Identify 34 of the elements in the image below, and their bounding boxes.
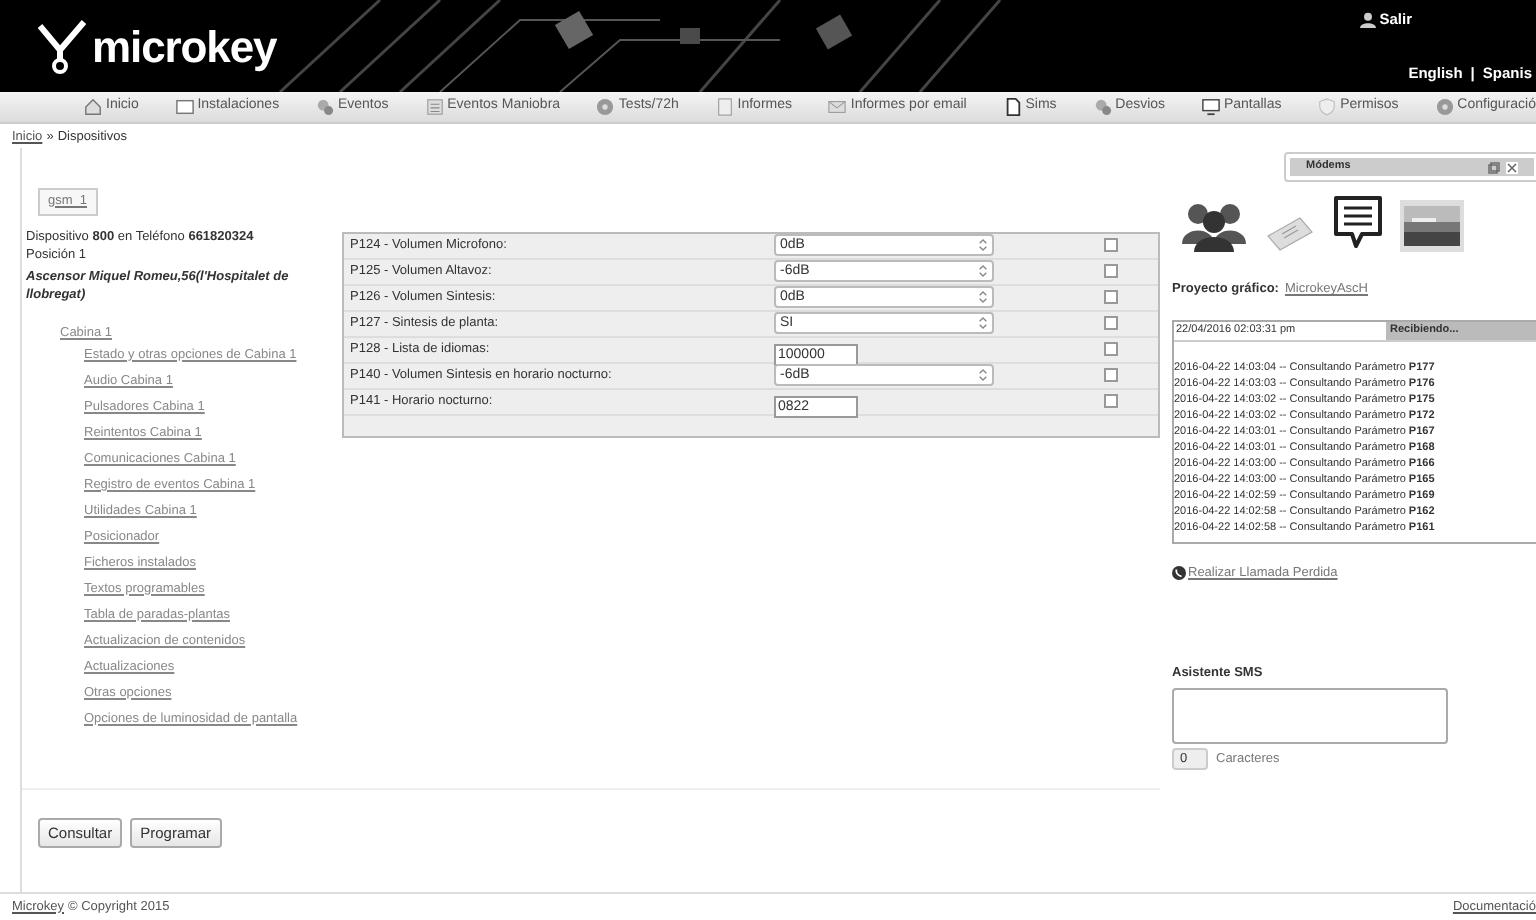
logo-text: microkey bbox=[92, 19, 277, 76]
shield-icon bbox=[1318, 98, 1337, 116]
checkbox[interactable] bbox=[1104, 238, 1118, 253]
logo-icon bbox=[36, 18, 88, 74]
checkbox[interactable] bbox=[1104, 316, 1118, 331]
window-icon bbox=[175, 98, 194, 116]
home-icon bbox=[84, 98, 102, 116]
list-icon bbox=[425, 98, 444, 116]
updown-caret-icon bbox=[978, 264, 988, 279]
gears-icon bbox=[315, 98, 334, 116]
checkbox[interactable] bbox=[1104, 394, 1118, 409]
checkbox[interactable] bbox=[1104, 290, 1118, 305]
newspaper-icon bbox=[1264, 216, 1316, 252]
mail-icon bbox=[828, 98, 847, 116]
disc-icon bbox=[1435, 98, 1454, 116]
updown-caret-icon bbox=[978, 316, 988, 331]
user-icon bbox=[1359, 11, 1376, 28]
updown-caret-icon bbox=[978, 290, 988, 305]
people-icon bbox=[1180, 200, 1248, 252]
sms-text-area[interactable] bbox=[1172, 688, 1448, 745]
checkbox[interactable] bbox=[1104, 342, 1118, 357]
sim-card-icon bbox=[1003, 98, 1022, 116]
monitor-icon bbox=[1201, 98, 1220, 116]
close-icon[interactable] bbox=[1506, 161, 1518, 173]
checkbox[interactable] bbox=[1104, 264, 1118, 279]
checkbox[interactable] bbox=[1104, 368, 1118, 383]
disc-icon bbox=[596, 98, 615, 116]
updown-caret-icon bbox=[978, 238, 988, 253]
gears-icon bbox=[1093, 98, 1112, 116]
document-icon bbox=[715, 98, 734, 116]
restore-icon[interactable] bbox=[1488, 161, 1500, 173]
chat-bubble-icon bbox=[1332, 194, 1384, 252]
phone-icon bbox=[1172, 566, 1186, 581]
updown-caret-icon bbox=[978, 368, 988, 383]
